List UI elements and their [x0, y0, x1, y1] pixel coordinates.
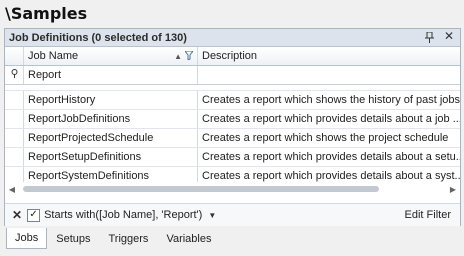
scroll-left-icon[interactable]: ◀ — [5, 185, 19, 194]
column-header-label: Job Name — [28, 50, 79, 62]
column-header-row: Job Name ▲ Description — [5, 47, 460, 66]
filter-icon[interactable] — [184, 50, 194, 62]
description-cell[interactable]: Creates a report which provides details … — [198, 110, 460, 128]
panel-title: Job Definitions (0 selected of 130) — [9, 31, 187, 44]
page-title: \Samples — [5, 4, 88, 23]
column-header-description[interactable]: Description — [198, 47, 460, 65]
pin-icon[interactable] — [424, 31, 434, 44]
job-name-cell[interactable]: ReportHistory — [24, 91, 198, 109]
tab-jobs[interactable]: Jobs — [6, 228, 48, 249]
row-indicator — [5, 91, 24, 109]
row-indicator-header — [5, 47, 24, 65]
row-indicator — [5, 110, 24, 128]
chevron-down-icon[interactable]: ▼ — [208, 211, 216, 220]
description-cell[interactable]: Creates a report which shows the history… — [198, 91, 460, 109]
edit-filter-button[interactable]: Edit Filter — [405, 209, 451, 221]
clear-filter-icon[interactable]: ✕ — [12, 208, 22, 222]
filter-row-indicator — [5, 66, 24, 84]
tab-variables[interactable]: Variables — [157, 228, 220, 249]
column-header-label: Description — [202, 50, 258, 62]
row-indicator — [5, 129, 24, 147]
job-name-filter-input[interactable]: Report — [24, 66, 198, 84]
column-header-job-name[interactable]: Job Name ▲ — [24, 47, 198, 65]
filter-row-icon — [11, 69, 18, 81]
auto-filter-row: Report — [5, 66, 460, 85]
panel-header: Job Definitions (0 selected of 130) ✕ — [5, 29, 460, 47]
filter-enabled-checkbox[interactable]: ✓ — [27, 208, 41, 222]
close-icon[interactable]: ✕ — [444, 30, 454, 42]
table-row[interactable]: ReportProjectedSchedule Creates a report… — [5, 129, 460, 148]
table-row[interactable]: ReportSetupDefinitions Creates a report … — [5, 148, 460, 167]
job-name-cell[interactable]: ReportProjectedSchedule — [24, 129, 198, 147]
filter-panel: ✕ ✓ Starts with([Job Name], 'Report') ▼ … — [5, 203, 460, 226]
row-indicator — [5, 148, 24, 166]
job-name-cell[interactable]: ReportSetupDefinitions — [24, 148, 198, 166]
tab-triggers[interactable]: Triggers — [100, 228, 158, 249]
description-filter-input[interactable] — [198, 66, 460, 84]
tab-setups[interactable]: Setups — [47, 228, 99, 249]
description-cell[interactable]: Creates a report which provides details … — [198, 148, 460, 166]
sort-ascending-icon: ▲ — [174, 51, 182, 61]
bottom-tabs: Jobs Setups Triggers Variables — [6, 228, 220, 249]
description-cell[interactable]: Creates a report which shows the project… — [198, 129, 460, 147]
filter-expression: Starts with([Job Name], 'Report') — [44, 209, 203, 221]
horizontal-scrollbar[interactable]: ◀ ▶ — [5, 182, 460, 196]
scroll-right-icon[interactable]: ▶ — [446, 185, 460, 194]
job-definitions-panel: Job Definitions (0 selected of 130) ✕ Jo… — [4, 28, 461, 226]
scroll-thumb[interactable] — [23, 186, 379, 192]
job-name-cell[interactable]: ReportJobDefinitions — [24, 110, 198, 128]
job-grid: Job Name ▲ Description Report ReportHist… — [5, 47, 460, 186]
table-row[interactable]: ReportJobDefinitions Creates a report wh… — [5, 110, 460, 129]
table-row[interactable]: ReportHistory Creates a report which sho… — [5, 91, 460, 110]
scroll-track[interactable] — [19, 185, 446, 193]
